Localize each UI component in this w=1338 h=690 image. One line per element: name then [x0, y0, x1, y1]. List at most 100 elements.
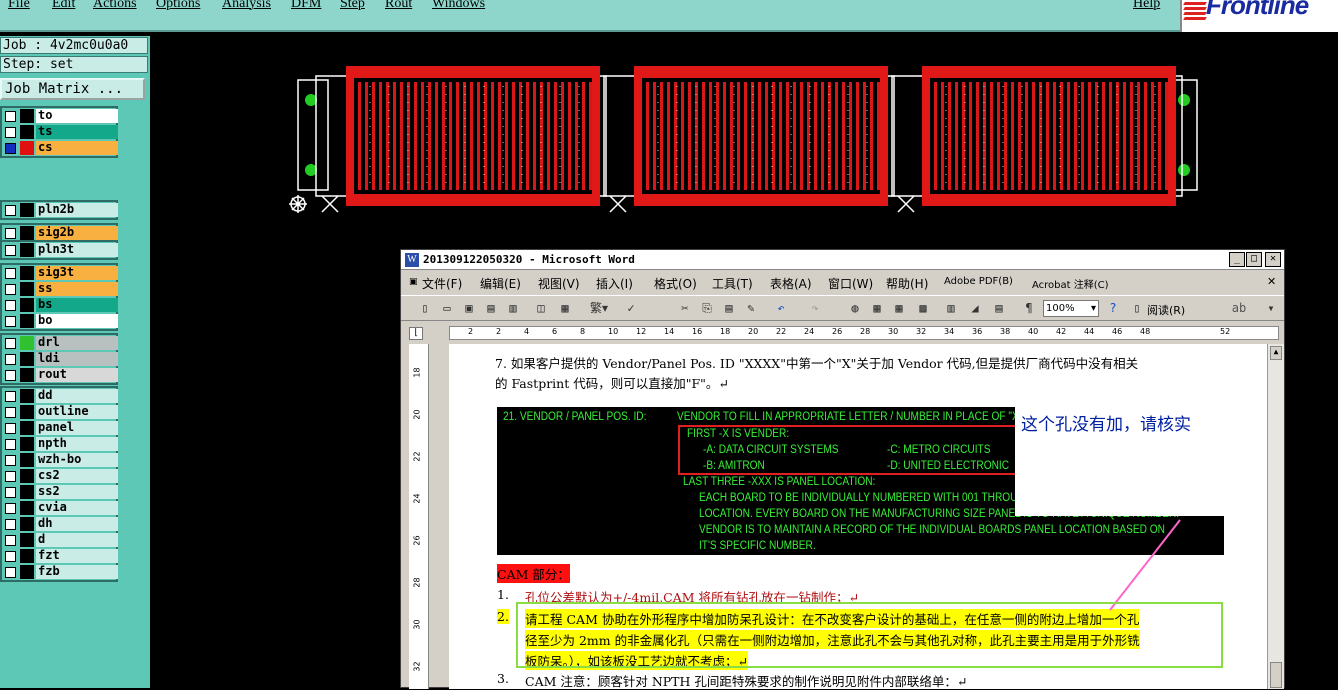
layer-name[interactable]: bs — [36, 298, 118, 312]
layer-color-swatch[interactable] — [20, 453, 34, 467]
menu-analysis[interactable]: Analysis — [222, 0, 271, 12]
layer-row[interactable]: to — [2, 108, 118, 124]
layer-checkbox[interactable] — [5, 471, 16, 482]
layer-name[interactable]: fzb — [36, 565, 118, 579]
layer-checkbox[interactable] — [5, 567, 16, 578]
layer-name[interactable]: to — [36, 109, 118, 123]
menu-step[interactable]: Step — [340, 0, 365, 12]
layer-row[interactable]: sig2b — [2, 225, 118, 241]
layer-row[interactable]: d — [2, 532, 118, 548]
layer-name[interactable]: sig3t — [36, 266, 118, 280]
layer-checkbox[interactable] — [5, 205, 16, 216]
layer-row[interactable]: sig3t — [2, 265, 118, 281]
layer-checkbox[interactable] — [5, 143, 16, 154]
layer-checkbox[interactable] — [5, 370, 16, 381]
toolbar-options-icon[interactable]: ▾ — [1263, 301, 1279, 316]
word-menu-adobe-pdf[interactable]: Adobe PDF(B) — [944, 276, 1013, 287]
layer-row[interactable]: panel — [2, 420, 118, 436]
insert-table-icon[interactable]: ▦ — [891, 301, 907, 316]
read-icon[interactable]: ▯ — [1129, 301, 1145, 316]
layer-color-swatch[interactable] — [20, 314, 34, 328]
layer-checkbox[interactable] — [5, 338, 16, 349]
layer-name[interactable]: d — [36, 533, 118, 547]
layer-color-swatch[interactable] — [20, 266, 34, 280]
insert-excel-icon[interactable]: ▩ — [915, 301, 931, 316]
layer-name[interactable]: fzt — [36, 549, 118, 563]
zoom-select[interactable]: 100% ▾ — [1043, 300, 1099, 317]
layer-color-swatch[interactable] — [20, 389, 34, 403]
layer-name[interactable]: cvia — [36, 501, 118, 515]
layer-row[interactable]: fzb — [2, 564, 118, 580]
layer-color-swatch[interactable] — [20, 501, 34, 515]
minimize-button[interactable]: _ — [1229, 252, 1245, 267]
document-map-icon[interactable]: ▤ — [991, 301, 1007, 316]
layer-checkbox[interactable] — [5, 535, 16, 546]
layer-name[interactable]: wzh-bo — [36, 453, 118, 467]
layer-color-swatch[interactable] — [20, 352, 34, 366]
menu-file[interactable]: File — [8, 0, 30, 12]
layer-checkbox[interactable] — [5, 439, 16, 450]
layer-name[interactable]: ldi — [36, 352, 118, 366]
menu-windows[interactable]: Windows — [432, 0, 485, 12]
layer-checkbox[interactable] — [5, 487, 16, 498]
layer-checkbox[interactable] — [5, 551, 16, 562]
layer-row[interactable]: bo — [2, 313, 118, 329]
layer-name[interactable]: outline — [36, 405, 118, 419]
menu-dfm[interactable]: DFM — [291, 0, 321, 12]
word-menu-file[interactable]: 文件(F) — [422, 275, 462, 292]
tables-borders-icon[interactable]: ▦ — [869, 301, 885, 316]
layer-checkbox[interactable] — [5, 228, 16, 239]
menu-close-icon[interactable]: ✕ — [1267, 275, 1276, 288]
word-menu-insert[interactable]: 插入(I) — [596, 275, 633, 292]
scroll-up-icon[interactable]: ▲ — [1270, 346, 1282, 360]
new-doc-icon[interactable]: ▯ — [417, 301, 433, 316]
word-menu-format[interactable]: 格式(O) — [654, 275, 697, 292]
layer-name[interactable]: ss2 — [36, 485, 118, 499]
close-button[interactable]: ✕ — [1265, 252, 1281, 267]
layer-color-swatch[interactable] — [20, 437, 34, 451]
layer-row[interactable]: cs — [2, 140, 118, 156]
spelling-check-icon[interactable]: ✓ — [623, 301, 639, 316]
layer-name[interactable]: panel — [36, 421, 118, 435]
layer-name[interactable]: ts — [36, 125, 118, 139]
vertical-scrollbar[interactable]: ▲ — [1267, 344, 1284, 689]
layer-row[interactable]: npth — [2, 436, 118, 452]
layer-checkbox[interactable] — [5, 455, 16, 466]
layer-name[interactable]: pln3t — [36, 243, 118, 257]
layer-row[interactable]: drl — [2, 335, 118, 351]
word-menu-window[interactable]: 窗口(W) — [828, 275, 873, 292]
layer-color-swatch[interactable] — [20, 336, 34, 350]
word-menu-acrobat[interactable]: Acrobat 注释(C) — [1032, 276, 1109, 291]
layer-row[interactable]: bs — [2, 297, 118, 313]
print-icon[interactable]: ▥ — [505, 301, 521, 316]
cut-icon[interactable]: ✂ — [677, 301, 693, 316]
layer-checkbox[interactable] — [5, 111, 16, 122]
pcb-panel-view[interactable] — [278, 60, 1223, 220]
highlight-icon[interactable]: ab — [1231, 301, 1247, 316]
layer-row[interactable]: pln2b — [2, 202, 118, 218]
redo-icon[interactable]: ↷ — [807, 301, 823, 316]
layer-color-swatch[interactable] — [20, 565, 34, 579]
layer-row[interactable]: ldi — [2, 351, 118, 367]
layer-checkbox[interactable] — [5, 268, 16, 279]
layer-color-swatch[interactable] — [20, 469, 34, 483]
layer-name[interactable]: dh — [36, 517, 118, 531]
layer-color-swatch[interactable] — [20, 243, 34, 257]
layer-row[interactable]: rout — [2, 367, 118, 383]
paste-icon[interactable]: ▤ — [721, 301, 737, 316]
layer-name[interactable]: sig2b — [36, 226, 118, 240]
spell-icon[interactable]: ▦ — [557, 301, 573, 316]
layer-color-swatch[interactable] — [20, 203, 34, 217]
layer-checkbox[interactable] — [5, 503, 16, 514]
format-painter-icon[interactable]: ✎ — [743, 301, 759, 316]
menu-options[interactable]: Options — [156, 0, 200, 12]
word-menu-help[interactable]: 帮助(H) — [886, 275, 928, 292]
layer-name[interactable]: ss — [36, 282, 118, 296]
layer-row[interactable]: ss2 — [2, 484, 118, 500]
word-menu-table[interactable]: 表格(A) — [770, 275, 812, 292]
copy-icon[interactable]: ⎘ — [699, 301, 715, 316]
job-matrix-button[interactable]: Job Matrix ... — [0, 78, 145, 100]
word-menu-edit[interactable]: 编辑(E) — [480, 275, 521, 292]
layer-color-swatch[interactable] — [20, 405, 34, 419]
layer-checkbox[interactable] — [5, 519, 16, 530]
